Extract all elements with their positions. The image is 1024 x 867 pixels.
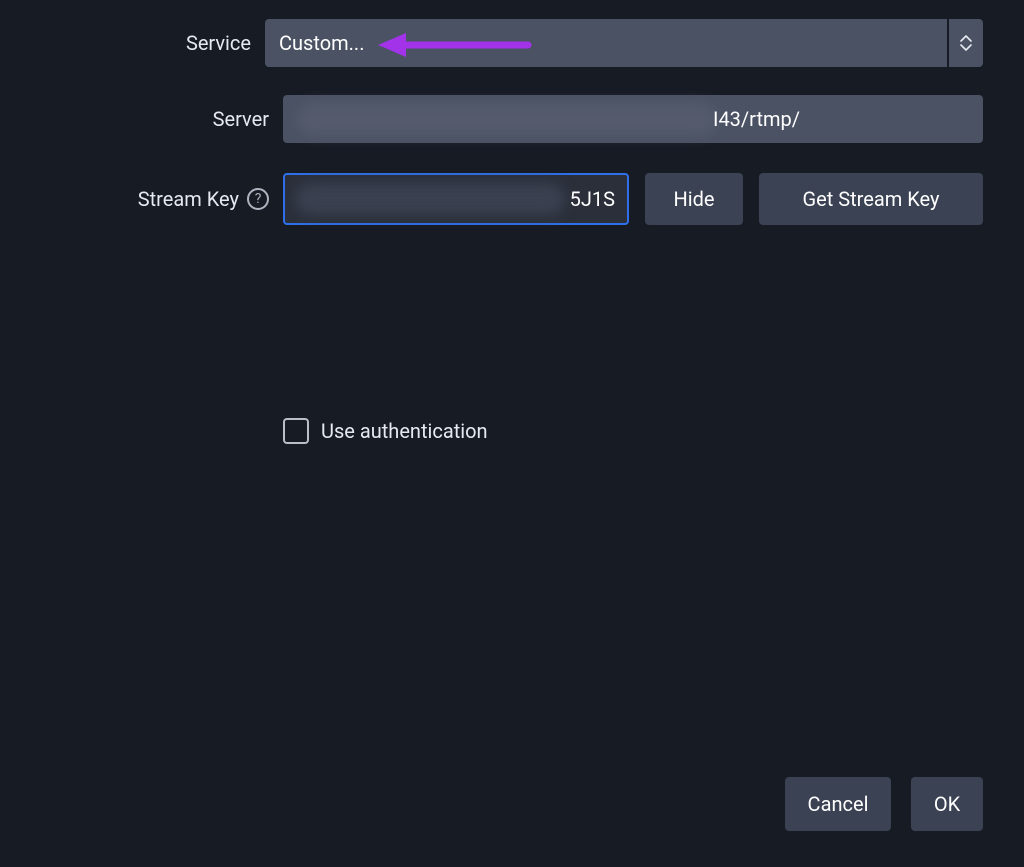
service-select-stepper[interactable] bbox=[949, 19, 983, 67]
use-authentication-label: Use authentication bbox=[321, 419, 488, 443]
service-select-value: Custom... bbox=[265, 19, 947, 67]
dialog-footer: Cancel OK bbox=[785, 777, 983, 831]
get-stream-key-button[interactable]: Get Stream Key bbox=[759, 173, 983, 225]
ok-button[interactable]: OK bbox=[911, 777, 983, 831]
server-label: Server bbox=[0, 107, 283, 131]
hide-button[interactable]: Hide bbox=[645, 173, 743, 225]
help-icon[interactable]: ? bbox=[247, 188, 269, 210]
service-select[interactable]: Custom... bbox=[265, 19, 983, 67]
use-authentication-checkbox[interactable] bbox=[283, 418, 309, 444]
server-visible-text: I43/rtmp/ bbox=[713, 107, 800, 131]
service-label: Service bbox=[0, 31, 265, 55]
stream-settings-form: Service Custom... Server I43/rtmp/ Strea… bbox=[0, 0, 1024, 867]
stream-key-visible-text: 5J1S bbox=[570, 187, 615, 211]
server-input[interactable]: I43/rtmp/ bbox=[283, 95, 983, 143]
stream-key-input[interactable]: 5J1S bbox=[283, 173, 629, 225]
chevron-up-icon bbox=[960, 35, 972, 42]
service-row: Service Custom... bbox=[0, 19, 983, 67]
server-redacted-region bbox=[297, 103, 717, 135]
cancel-button[interactable]: Cancel bbox=[785, 777, 891, 831]
use-authentication-row: Use authentication bbox=[283, 418, 488, 444]
stream-key-row: Stream Key ? 5J1S Hide Get Stream Key bbox=[0, 173, 983, 225]
chevron-down-icon bbox=[960, 44, 972, 51]
stream-key-redacted-region bbox=[295, 183, 565, 215]
stream-key-label: Stream Key bbox=[138, 187, 239, 211]
stream-key-label-group: Stream Key ? bbox=[0, 187, 283, 211]
server-row: Server I43/rtmp/ bbox=[0, 95, 983, 143]
